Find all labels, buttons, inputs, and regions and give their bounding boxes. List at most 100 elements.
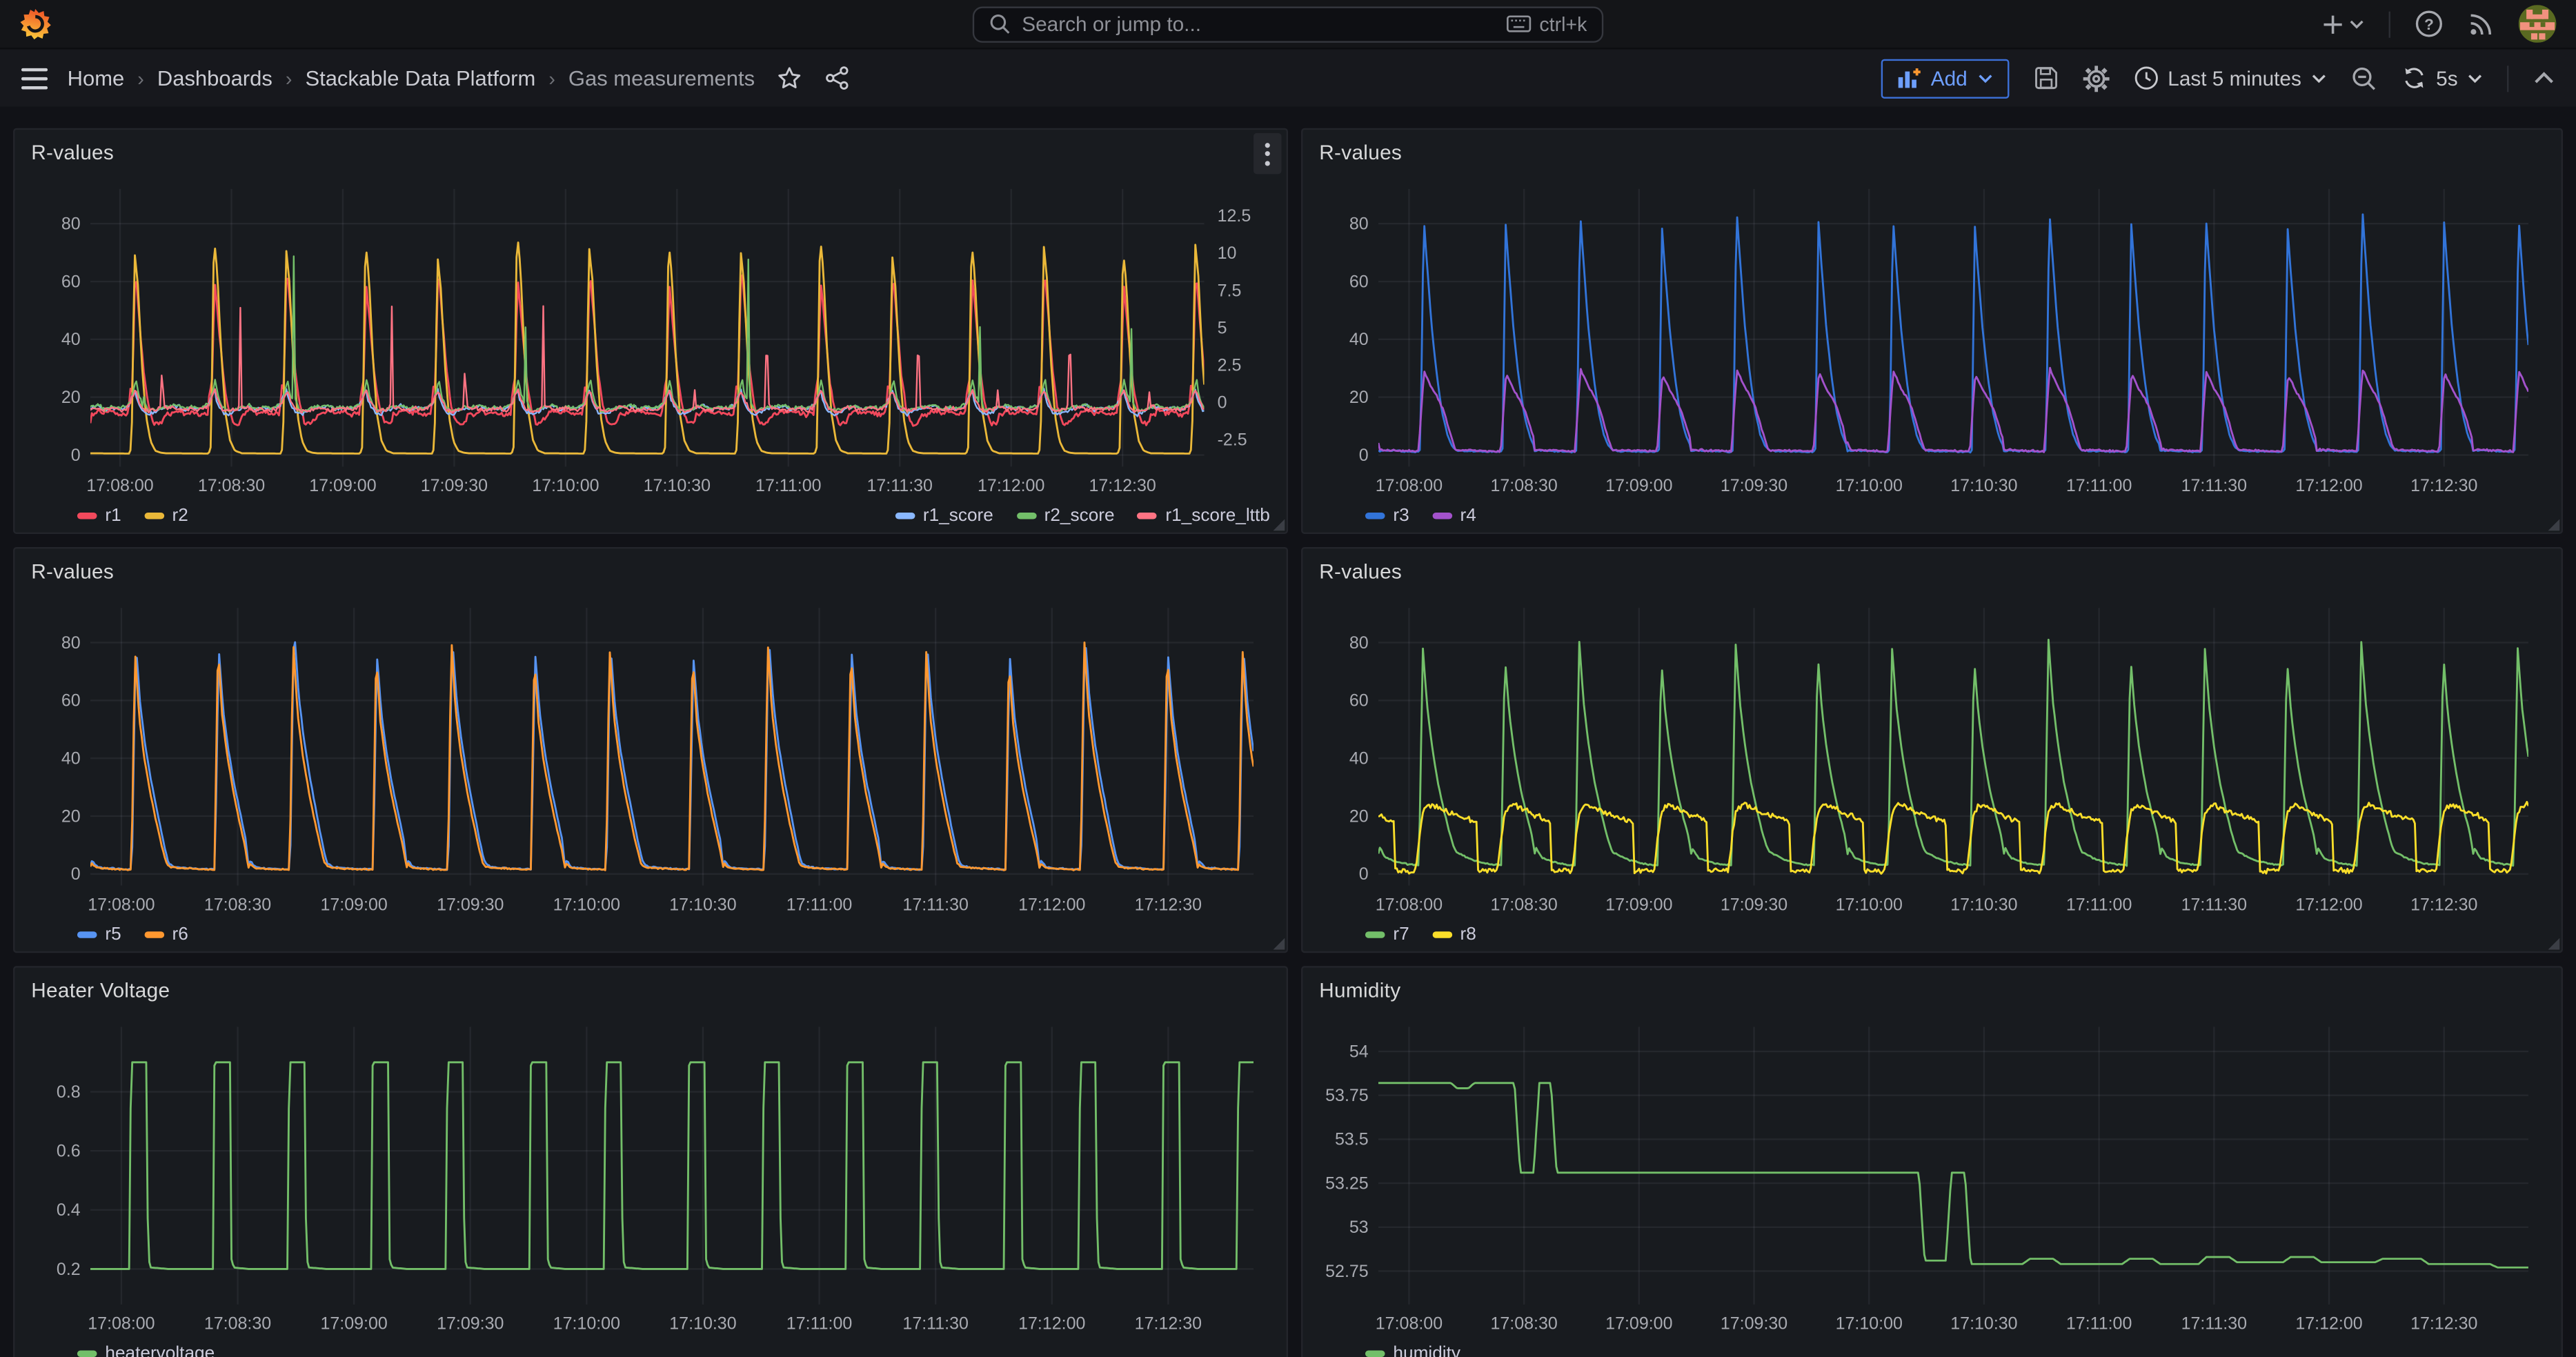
svg-text:17:10:30: 17:10:30 (669, 1314, 736, 1334)
svg-text:17:11:00: 17:11:00 (2066, 476, 2132, 495)
timeseries-chart[interactable]: 0.20.40.60.817:08:0017:08:3017:09:0017:0… (28, 1013, 1273, 1336)
svg-text:2.5: 2.5 (1218, 356, 1242, 375)
svg-text:80: 80 (1349, 633, 1369, 653)
timeseries-chart[interactable]: 020406080-2.502.557.51012.517:08:0017:08… (28, 176, 1273, 498)
panel-title[interactable]: R-values (1319, 141, 1402, 164)
breadcrumb-folder[interactable]: Stackable Data Platform (305, 66, 535, 90)
new-button[interactable] (2321, 12, 2364, 35)
breadcrumb: Home › Dashboards › Stackable Data Platf… (68, 66, 755, 90)
legend-item[interactable]: r1 (77, 506, 121, 526)
svg-text:17:11:00: 17:11:00 (2066, 1314, 2132, 1334)
breadcrumb-dashboards[interactable]: Dashboards (157, 66, 273, 90)
panel-humidity: Humidity 52.755353.2553.553.755417:08:00… (1301, 966, 2563, 1357)
svg-text:17:08:00: 17:08:00 (1376, 895, 1443, 914)
help-icon[interactable]: ? (2415, 10, 2443, 37)
svg-text:17:09:00: 17:09:00 (1605, 895, 1672, 914)
timeseries-chart[interactable]: 02040608017:08:0017:08:3017:09:0017:09:3… (1316, 595, 2548, 917)
top-bar: Search or jump to... ctrl+k (0, 0, 2576, 49)
grafana-logo[interactable] (20, 8, 51, 39)
svg-text:60: 60 (61, 691, 81, 711)
chevron-down-icon (2349, 19, 2364, 28)
favorite-star-button[interactable] (777, 66, 802, 90)
legend-item[interactable]: r1_score (895, 506, 993, 526)
svg-text:17:11:30: 17:11:30 (902, 895, 968, 914)
panel-r-values-3: R-values 02040608017:08:0017:08:3017:09:… (13, 547, 1288, 953)
svg-text:17:11:30: 17:11:30 (2181, 476, 2247, 495)
svg-text:17:09:00: 17:09:00 (320, 895, 387, 914)
panel-title[interactable]: Humidity (1319, 979, 1400, 1002)
svg-text:20: 20 (1349, 388, 1369, 407)
legend-item[interactable]: r5 (77, 925, 121, 945)
breadcrumb-home[interactable]: Home (68, 66, 125, 90)
timeseries-chart[interactable]: 52.755353.2553.553.755417:08:0017:08:301… (1316, 1013, 2548, 1336)
svg-text:17:10:30: 17:10:30 (1950, 476, 2017, 495)
svg-text:17:09:30: 17:09:30 (437, 895, 504, 914)
svg-text:17:11:00: 17:11:00 (755, 476, 821, 495)
panel-menu-kebab-icon[interactable] (1254, 133, 1281, 175)
panel-title[interactable]: R-values (31, 141, 114, 164)
panel-resize-handle[interactable] (1274, 938, 1285, 950)
plus-icon (2321, 12, 2344, 35)
svg-text:17:10:00: 17:10:00 (532, 476, 599, 495)
panel-header: Humidity (1302, 968, 2561, 1014)
panel-resize-handle[interactable] (2548, 519, 2560, 531)
svg-text:17:09:30: 17:09:30 (437, 1314, 504, 1334)
search-input[interactable]: Search or jump to... ctrl+k (973, 6, 1603, 41)
legend-item[interactable]: r1_score_lttb (1138, 506, 1270, 526)
timeseries-chart[interactable]: 02040608017:08:0017:08:3017:09:0017:09:3… (28, 595, 1273, 917)
panel-header: R-values (1302, 130, 2561, 176)
svg-text:17:12:00: 17:12:00 (2295, 895, 2362, 914)
svg-text:17:08:30: 17:08:30 (1490, 476, 1557, 495)
add-panel-button[interactable]: Add (1881, 59, 2008, 98)
svg-text:53.75: 53.75 (1325, 1086, 1369, 1105)
news-rss-icon[interactable] (2468, 10, 2494, 37)
svg-text:12.5: 12.5 (1218, 206, 1251, 226)
share-button[interactable] (825, 66, 850, 90)
panel-legend: r1 r2 r1_score r2_score r1_score_lttb (14, 498, 1286, 534)
panel-r-values-2: R-values 02040608017:08:0017:08:3017:09:… (1301, 128, 2563, 534)
svg-text:54: 54 (1349, 1042, 1369, 1061)
svg-text:17:08:30: 17:08:30 (1490, 895, 1557, 914)
panel-title[interactable]: R-values (1319, 560, 1402, 583)
legend-item[interactable]: r4 (1432, 506, 1476, 526)
panel-resize-handle[interactable] (2548, 938, 2560, 950)
time-range-picker[interactable]: Last 5 minutes (2133, 66, 2326, 90)
refresh-picker[interactable]: 5s (2401, 66, 2482, 90)
svg-text:17:12:00: 17:12:00 (1018, 1314, 1085, 1334)
legend-item[interactable]: r8 (1432, 925, 1476, 945)
svg-text:17:11:00: 17:11:00 (786, 895, 852, 914)
app-root: Search or jump to... ctrl+k (0, 0, 2576, 1357)
svg-text:0: 0 (1218, 393, 1227, 413)
dashboard-settings-gear-icon[interactable] (2082, 65, 2108, 91)
search-icon (989, 13, 1011, 34)
legend-item[interactable]: r3 (1365, 506, 1409, 526)
panel-header: R-values (14, 548, 1286, 595)
timeseries-chart[interactable]: 02040608017:08:0017:08:3017:09:0017:09:3… (1316, 176, 2548, 498)
panel-heater-voltage: Heater Voltage 0.20.40.60.817:08:0017:08… (13, 966, 1288, 1357)
svg-text:17:08:00: 17:08:00 (1376, 476, 1443, 495)
collapse-chevron-up-icon[interactable] (2533, 70, 2555, 85)
svg-text:40: 40 (61, 330, 81, 349)
legend-item[interactable]: r7 (1365, 925, 1409, 945)
panel-title[interactable]: Heater Voltage (31, 979, 170, 1002)
legend-item[interactable]: r2_score (1016, 506, 1114, 526)
panel-resize-handle[interactable] (1274, 519, 1285, 531)
zoom-out-icon[interactable] (2350, 65, 2377, 91)
divider (2389, 10, 2390, 37)
svg-text:0: 0 (71, 864, 81, 884)
legend-item[interactable]: r6 (144, 925, 188, 945)
svg-text:17:12:30: 17:12:30 (2410, 476, 2477, 495)
user-avatar[interactable] (2519, 5, 2557, 43)
svg-text:17:10:30: 17:10:30 (1950, 895, 2017, 914)
legend-item[interactable]: heatervoltage (77, 1344, 215, 1357)
save-dashboard-icon[interactable] (2033, 66, 2058, 90)
legend-item[interactable]: humidity (1365, 1344, 1460, 1357)
panel-title[interactable]: R-values (31, 560, 114, 583)
svg-text:17:11:00: 17:11:00 (786, 1314, 852, 1334)
menu-hamburger-icon[interactable] (21, 66, 48, 89)
legend-item[interactable]: r2 (144, 506, 188, 526)
chevron-down-icon (2311, 73, 2326, 83)
svg-text:17:10:30: 17:10:30 (1950, 1314, 2017, 1334)
svg-text:80: 80 (61, 633, 81, 653)
chevron-down-icon (1977, 73, 1992, 83)
